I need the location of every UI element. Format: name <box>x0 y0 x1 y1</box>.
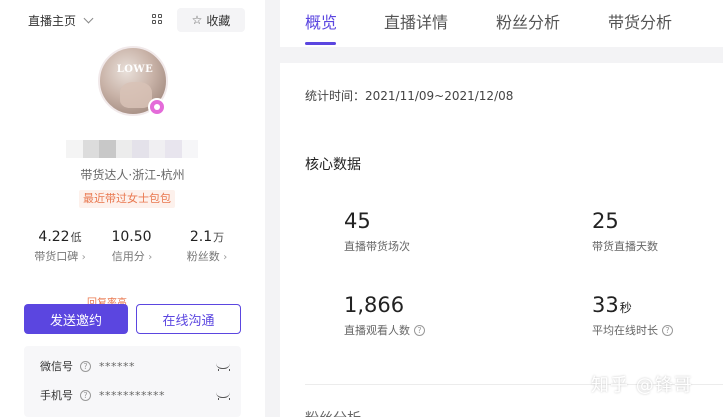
stat-followers[interactable]: 2.1万 粉丝数 › <box>167 226 247 264</box>
fan-analysis-section-title: 粉丝分析 <box>305 408 361 417</box>
help-icon[interactable]: ? <box>80 360 91 372</box>
phone-label: 手机号 <box>40 389 73 402</box>
stat-reputation[interactable]: 4.22低 带货口碑 › <box>20 226 100 264</box>
home-dropdown-label: 直播主页 <box>28 13 77 28</box>
overview-panel: 统计时间：2021/11/09~2021/12/08 核心数据 45 直播带货场… <box>280 63 723 417</box>
profile-panel: 直播主页 ☆ 收藏 LOWE 带货达人·浙江-杭州 最近带过女士包包 4.22低… <box>0 0 265 417</box>
phone-value: *********** <box>99 388 165 402</box>
watermark: 知乎 @锋哥 <box>591 375 693 396</box>
help-icon[interactable]: ? <box>662 324 673 336</box>
profile-stats: 4.22低 带货口碑 › 10.50 信用分 › 2.1万 粉丝数 › <box>0 226 265 266</box>
profile-tags: 带货达人·浙江-杭州 <box>80 168 185 182</box>
star-icon: ☆ <box>191 13 203 27</box>
core-data-title: 核心数据 <box>305 157 361 173</box>
profile-topbar: 直播主页 ☆ 收藏 <box>0 0 265 40</box>
recent-category-tag: 最近带过女士包包 <box>79 190 175 208</box>
tab-fan-analysis[interactable]: 粉丝分析 <box>496 9 560 33</box>
stat-time-range: 统计时间：2021/11/09~2021/12/08 <box>305 89 514 103</box>
contact-row-wechat: 微信号 ? ****** <box>40 356 230 376</box>
help-icon[interactable]: ? <box>80 389 91 401</box>
eye-closed-icon[interactable] <box>216 363 230 371</box>
favorite-label: 收藏 <box>206 13 231 28</box>
avatar[interactable]: LOWE <box>98 46 168 116</box>
tab-overview[interactable]: 概览 <box>305 9 337 33</box>
chevron-right-icon: › <box>81 252 86 263</box>
chevron-down-icon <box>83 13 94 23</box>
kpi-live-days: 25 带货直播天数 <box>592 209 658 253</box>
verified-badge-icon <box>148 98 166 116</box>
tab-bar: 概览 直播详情 粉丝分析 带货分析 <box>280 0 723 47</box>
home-dropdown[interactable]: 直播主页 <box>28 9 94 31</box>
help-icon[interactable]: ? <box>414 324 425 336</box>
blurred-username <box>66 140 198 158</box>
qr-code-icon <box>151 13 163 25</box>
kpi-avg-watch-time: 33秒 平均在线时长? <box>592 293 673 338</box>
eye-closed-icon[interactable] <box>216 392 230 400</box>
chevron-right-icon: › <box>223 252 228 263</box>
qr-code-button[interactable] <box>148 9 166 29</box>
active-tab-indicator <box>305 42 336 45</box>
wechat-label: 微信号 <box>40 360 73 373</box>
chevron-right-icon: › <box>148 252 153 263</box>
tab-sales-analysis[interactable]: 带货分析 <box>608 9 672 33</box>
stat-credit-score[interactable]: 10.50 信用分 › <box>92 226 172 264</box>
online-chat-button[interactable]: 在线沟通 <box>136 304 241 334</box>
send-invite-button[interactable]: 发送邀约 <box>24 304 128 334</box>
favorite-button[interactable]: ☆ 收藏 <box>177 8 245 32</box>
avatar-logo-text: LOWE <box>116 64 154 75</box>
kpi-live-sessions: 45 直播带货场次 <box>344 209 410 253</box>
tab-live-details[interactable]: 直播详情 <box>384 9 448 33</box>
app-page: 直播主页 ☆ 收藏 LOWE 带货达人·浙江-杭州 最近带过女士包包 4.22低… <box>0 0 723 417</box>
contact-info: 微信号 ? ****** 手机号 ? *********** <box>24 346 241 417</box>
kpi-live-viewers: 1,866 直播观看人数? <box>344 293 425 338</box>
wechat-value: ****** <box>99 359 135 373</box>
contact-row-phone: 手机号 ? *********** <box>40 385 230 405</box>
